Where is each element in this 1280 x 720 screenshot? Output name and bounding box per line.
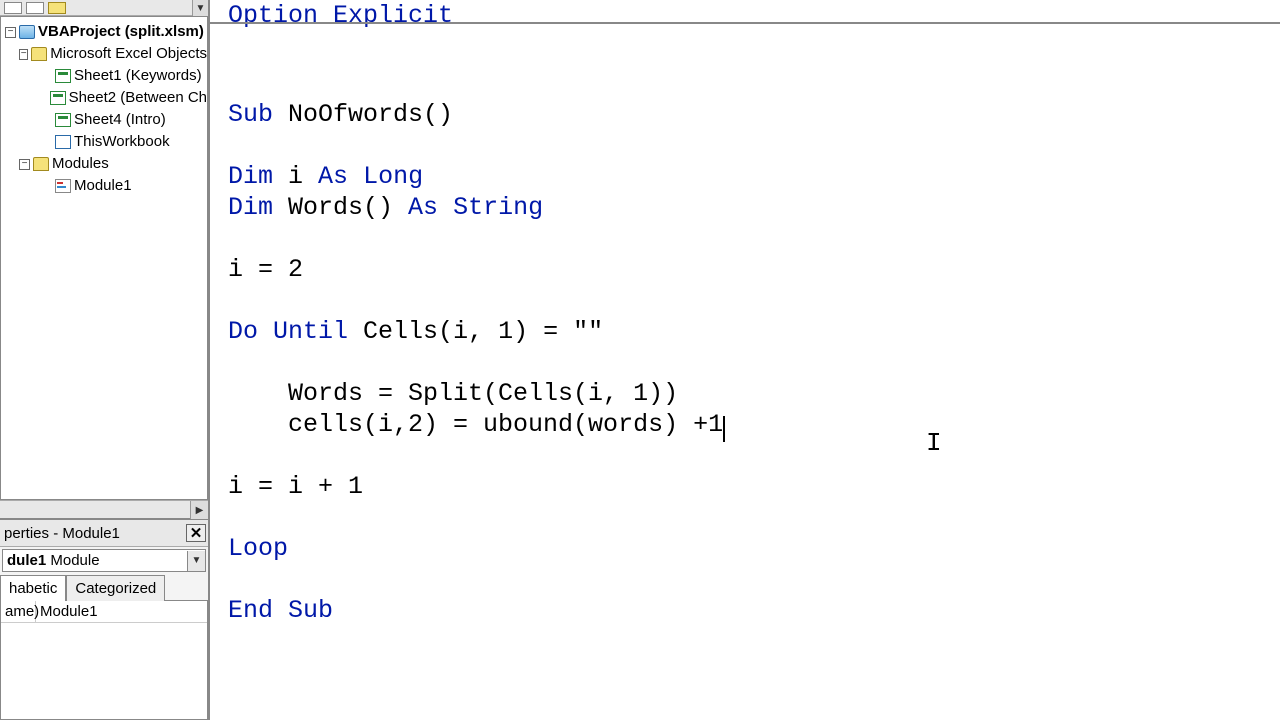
project-root[interactable]: − VBAProject (split.xlsm) [1,21,207,43]
folder-icon [33,157,49,171]
sheet-item[interactable]: Sheet4 (Intro) [1,109,207,131]
properties-tabs: habetic Categorized [0,574,208,600]
keyword: Until [273,317,348,346]
properties-title: perties - Module1 [4,525,120,542]
keyword: Do [228,317,258,346]
keyword: String [453,193,543,222]
object-type: Module [46,552,99,569]
keyword: Explicit [318,1,453,30]
keyword: Long [363,162,423,191]
scroll-right-icon[interactable]: ▶ [190,501,208,519]
object-selector-dropdown[interactable]: dule1 Module ▼ [2,549,206,572]
project-explorer-panel: ▼ − VBAProject (split.xlsm) − Microsoft … [0,0,210,720]
workbook-icon [55,135,71,149]
view-code-icon[interactable] [4,2,22,14]
secondary-caret: I [926,428,942,458]
sheet-item[interactable]: Sheet1 (Keywords) [1,65,207,87]
folder-label: Modules [52,153,109,175]
tab-alphabetic[interactable]: habetic [0,575,66,601]
declaration-divider [210,22,1280,24]
keyword: Option [228,1,318,30]
object-name-bold: dule1 [7,552,46,569]
workbook-item[interactable]: ThisWorkbook [1,131,207,153]
toggle-folders-icon[interactable] [48,2,66,14]
module-label: Module1 [74,175,132,197]
toolbar-overflow[interactable]: ▼ [192,0,208,16]
collapse-icon[interactable]: − [5,27,16,38]
dropdown-arrow-icon[interactable]: ▼ [187,551,205,571]
worksheet-icon [55,113,71,127]
keyword: Sub [228,100,273,129]
properties-titlebar: perties - Module1 ✕ [0,518,208,547]
tab-categorized[interactable]: Categorized [66,575,165,601]
view-object-icon[interactable] [26,2,44,14]
folder-icon [31,47,47,61]
collapse-icon[interactable]: − [19,49,28,60]
module-item[interactable]: Module1 [1,175,207,197]
project-toolbar: ▼ [0,0,208,16]
sheet-label: Sheet2 (Between Ch [69,87,207,109]
keyword: End [228,596,273,625]
sheet-item[interactable]: Sheet2 (Between Ch [1,87,207,109]
keyword: Loop [228,534,288,563]
modules-folder[interactable]: − Modules [1,153,207,175]
sheet-label: Sheet1 (Keywords) [74,65,202,87]
keyword: Sub [288,596,333,625]
workbook-label: ThisWorkbook [74,131,170,153]
properties-grid[interactable]: ame) Module1 [0,600,208,720]
property-value[interactable]: Module1 [36,601,207,622]
worksheet-icon [55,69,71,83]
tree-horizontal-scrollbar[interactable]: ▶ [0,500,208,518]
keyword: Dim [228,193,273,222]
keyword: As [318,162,348,191]
sheet-label: Sheet4 (Intro) [74,109,166,131]
folder-label: Microsoft Excel Objects [50,43,207,65]
close-properties-button[interactable]: ✕ [186,524,206,542]
excel-objects-folder[interactable]: − Microsoft Excel Objects [1,43,207,65]
module-icon [55,179,71,193]
collapse-icon[interactable]: − [19,159,30,170]
property-name: ame) [1,601,36,622]
text-cursor [723,416,725,442]
keyword: As [408,193,438,222]
property-row[interactable]: ame) Module1 [1,601,207,623]
worksheet-icon [50,91,66,105]
project-icon [19,25,35,39]
keyword: Dim [228,162,273,191]
project-root-label: VBAProject (split.xlsm) [38,21,204,43]
project-tree[interactable]: − VBAProject (split.xlsm) − Microsoft Ex… [0,16,208,500]
code-editor[interactable]: Option Explicit Sub NoOfwords() Dim i As… [210,0,1280,720]
